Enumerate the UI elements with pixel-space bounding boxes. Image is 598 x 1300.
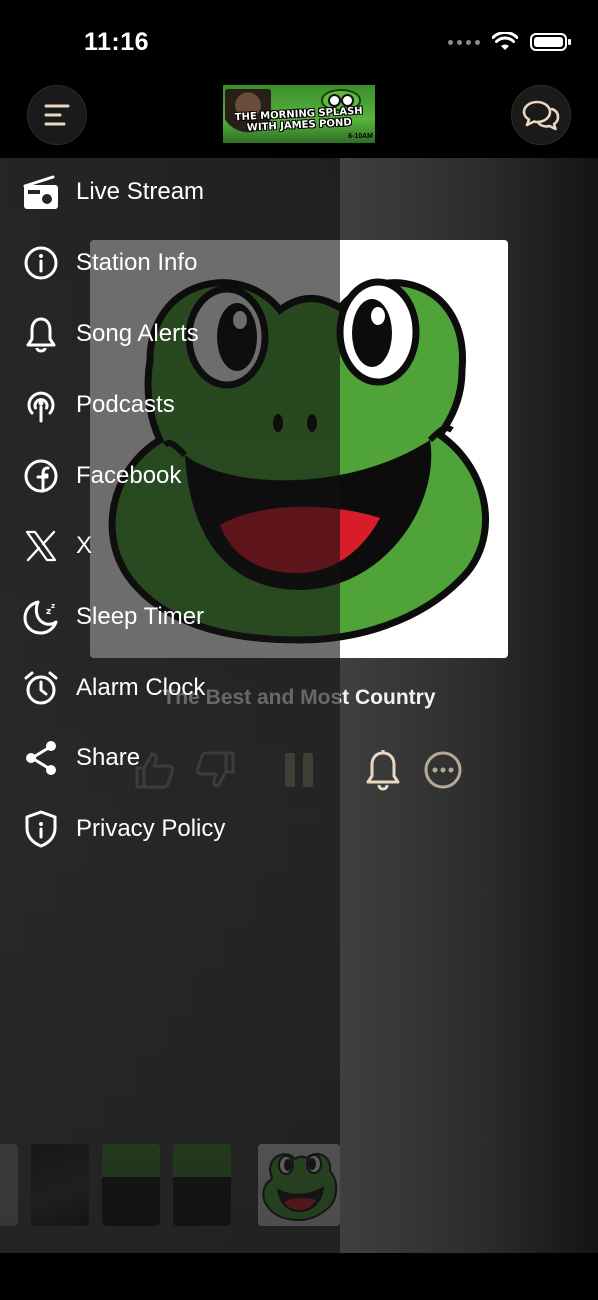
app-header: THE MORNING SPLASH WITH JAMES POND 6-10A…: [0, 80, 598, 158]
song-alert-button[interactable]: [361, 748, 405, 792]
status-icons: [448, 32, 572, 52]
info-icon: [22, 244, 60, 282]
podcast-icon: [22, 386, 60, 424]
menu-button[interactable]: [27, 85, 87, 145]
more-options-icon: [424, 751, 462, 789]
menu-item-label: Share: [76, 744, 141, 771]
moon-icon: z z: [22, 598, 60, 636]
facebook-icon: [22, 457, 60, 495]
menu-item-label: Station Info: [76, 249, 198, 276]
wifi-icon: [492, 32, 518, 50]
menu-item-podcasts[interactable]: Podcasts: [0, 375, 340, 435]
more-options-button[interactable]: [421, 748, 465, 792]
chat-button[interactable]: [511, 85, 571, 145]
menu-item-label: Privacy Policy: [76, 815, 226, 842]
menu-item-x[interactable]: X: [0, 516, 340, 576]
status-time: 11:16: [84, 28, 150, 56]
menu-item-label: Alarm Clock: [76, 674, 206, 701]
menu-item-label: Song Alerts: [76, 320, 199, 347]
menu-item-sleep-timer[interactable]: z z Sleep Timer: [0, 587, 340, 647]
station-logo: THE MORNING SPLASH WITH JAMES POND 6-10A…: [223, 85, 375, 143]
x-logo-icon: [22, 527, 60, 565]
logo-hours: 6-10AM: [348, 133, 373, 140]
status-bar: 11:16: [0, 0, 598, 80]
menu-item-alarm-clock[interactable]: Alarm Clock: [0, 658, 340, 718]
menu-item-song-alerts[interactable]: Song Alerts: [0, 304, 340, 364]
menu-icon: [44, 104, 70, 126]
shield-icon: [22, 810, 60, 848]
menu-item-privacy-policy[interactable]: Privacy Policy: [0, 799, 340, 859]
menu-item-station-info[interactable]: Station Info: [0, 233, 340, 293]
menu-item-label: Facebook: [76, 462, 182, 489]
home-indicator-area: [0, 1253, 598, 1300]
cellular-signal-icon: [448, 39, 480, 45]
bell-icon: [22, 315, 60, 353]
bell-icon: [366, 750, 400, 791]
battery-icon: [530, 33, 571, 51]
menu-item-facebook[interactable]: Facebook: [0, 446, 340, 506]
radio-icon: [22, 173, 60, 211]
chat-bubbles-icon: [522, 100, 560, 131]
menu-item-label: X: [76, 532, 93, 559]
menu-item-share[interactable]: Share: [0, 728, 340, 788]
alarm-clock-icon: [22, 669, 60, 707]
side-menu-drawer: Live Stream Station Info Song Alerts Pod…: [0, 158, 340, 1253]
menu-item-live-stream[interactable]: Live Stream: [0, 162, 340, 222]
menu-item-label: Podcasts: [76, 391, 175, 418]
menu-item-label: Sleep Timer: [76, 603, 205, 630]
svg-text:z: z: [51, 602, 55, 610]
menu-item-label: Live Stream: [76, 178, 205, 205]
share-icon: [22, 739, 60, 777]
